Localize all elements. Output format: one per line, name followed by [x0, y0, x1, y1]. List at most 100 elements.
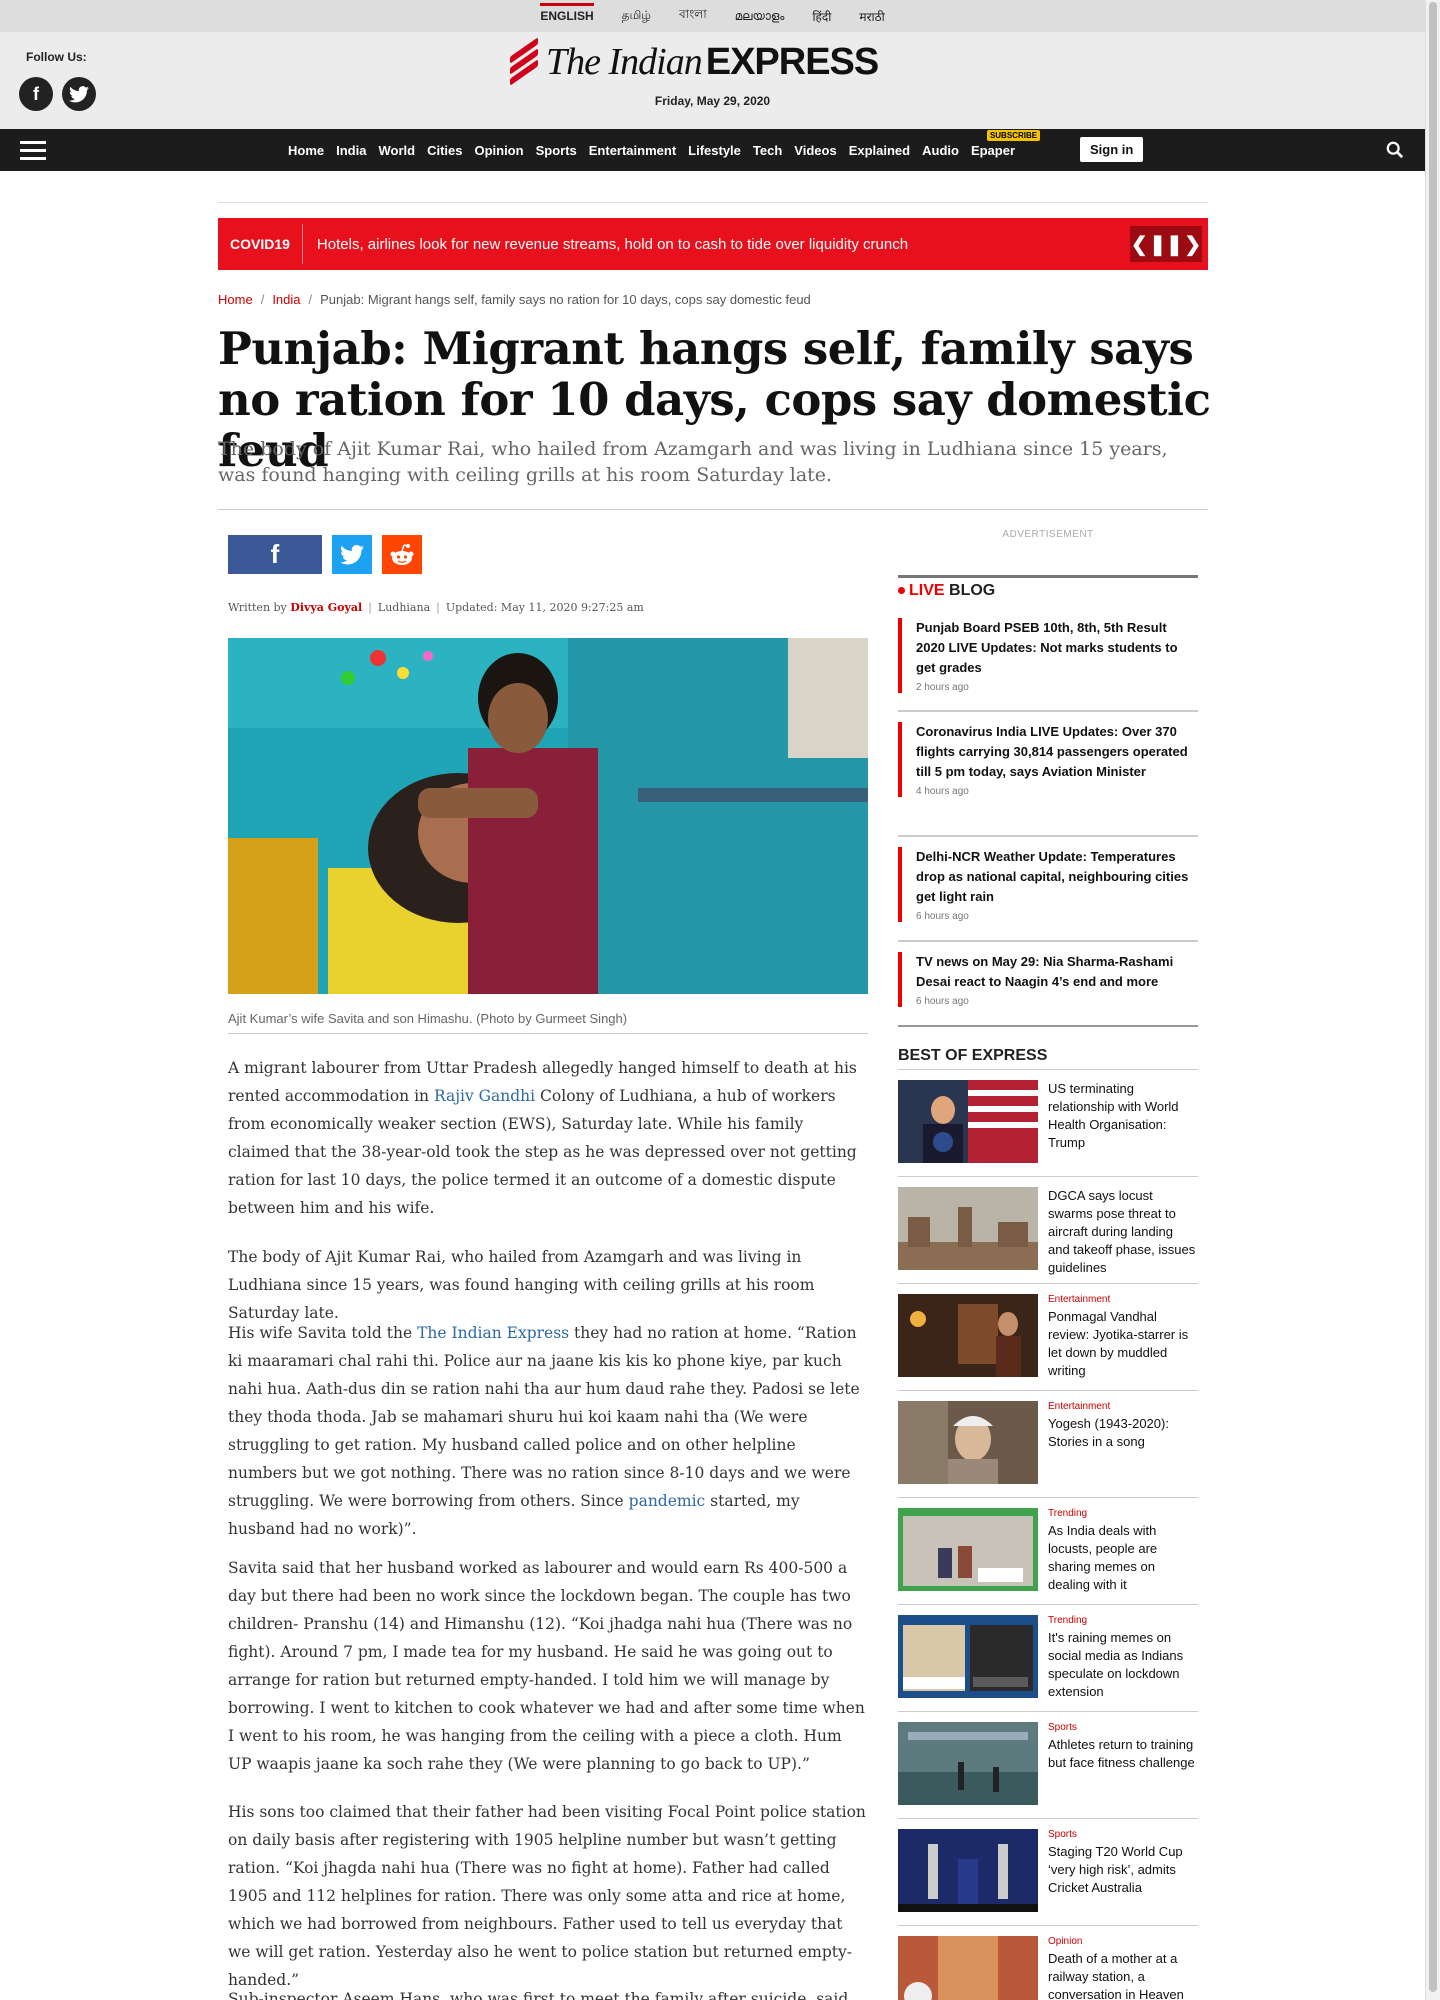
best-of-item[interactable]: Sports Staging T20 World Cup ‘very high …: [898, 1819, 1198, 1926]
nav-items: Home India World Cities Opinion Sports E…: [288, 129, 1041, 171]
best-of-thumbnail: [898, 1508, 1038, 1591]
twitter-icon: [340, 544, 364, 564]
divider: [898, 940, 1198, 942]
article-paragraph: The body of Ajit Kumar Rai, who hailed f…: [228, 1248, 815, 1322]
breadcrumb-current: Punjab: Migrant hangs self, family says …: [320, 292, 811, 307]
article-byline: Written by Divya Goyal | Ludhiana | Updated:…: [228, 601, 644, 614]
best-of-item[interactable]: Trending As India deals with locusts, pe…: [898, 1498, 1198, 1605]
best-of-item[interactable]: Opinion Death of a mother at a railway s…: [898, 1926, 1198, 2000]
nav-lifestyle[interactable]: Lifestyle: [688, 143, 741, 158]
nav-entertainment[interactable]: Entertainment: [589, 143, 676, 158]
lang-tamil[interactable]: தமிழ்: [622, 2, 651, 30]
ticker-pause-icon[interactable]: ❚❚: [1149, 232, 1183, 257]
nav-videos[interactable]: Videos: [794, 143, 836, 158]
best-of-thumbnail: [898, 1936, 1038, 2000]
search-icon[interactable]: [1386, 141, 1404, 159]
ticker-headline[interactable]: Hotels, airlines look for new revenue st…: [303, 236, 908, 253]
article-synopsis: The body of Ajit Kumar Rai, who hailed f…: [218, 438, 1168, 486]
best-of-thumbnail: [898, 1401, 1038, 1484]
logo-text-express: EXPRESS: [705, 40, 880, 83]
nav-world[interactable]: World: [378, 143, 415, 158]
rajiv-gandhi-link[interactable]: Rajiv Gandhi: [434, 1087, 535, 1105]
lang-english[interactable]: ENGLISH: [540, 3, 594, 29]
live-blog-item[interactable]: Delhi-NCR Weather Update: Temperatures d…: [898, 847, 1198, 922]
best-of-category[interactable]: Opinion: [1048, 1936, 1198, 1947]
live-blog-item[interactable]: TV news on May 29: Nia Sharma-Rashami De…: [898, 952, 1198, 1007]
article-paragraph: A migrant labourer from Uttar Pradesh al…: [228, 1059, 857, 1217]
nav-epaper[interactable]: SUBSCRIBE Epaper: [971, 129, 1041, 158]
nav-explained[interactable]: Explained: [849, 143, 910, 158]
live-blog-item[interactable]: Punjab Board PSEB 10th, 8th, 5th Result …: [898, 618, 1198, 693]
best-of-thumbnail: [898, 1187, 1038, 1270]
divider: [218, 202, 1208, 203]
article-paragraph: His sons too claimed that their father h…: [228, 1803, 866, 1989]
live-dot-icon: [898, 587, 905, 595]
ticker-prev-icon[interactable]: ❮: [1131, 232, 1148, 257]
nav-audio[interactable]: Audio: [922, 143, 959, 158]
breadcrumb-india[interactable]: India: [272, 292, 300, 307]
best-of-category[interactable]: Entertainment: [1048, 1401, 1198, 1412]
best-of-item[interactable]: Entertainment Yogesh (1943-2020): Storie…: [898, 1391, 1198, 1498]
site-logo[interactable]: The Indian EXPRESS: [510, 37, 880, 86]
current-date: Friday, May 29, 2020: [654, 94, 771, 108]
logo-text-the: The Indian: [546, 41, 703, 83]
best-of-thumbnail: [898, 1829, 1038, 1912]
twitter-share-button[interactable]: [332, 535, 372, 574]
best-of-thumbnail: [898, 1294, 1038, 1377]
breaking-ticker: COVID19 Hotels, airlines look for new re…: [218, 218, 1208, 270]
lang-bangla[interactable]: বাংলা: [679, 0, 707, 32]
best-of-category[interactable]: Trending: [1048, 1508, 1198, 1519]
article-paragraph: Sub-inspector Aseem Hans, who was first …: [228, 1990, 849, 2000]
breadcrumb-home[interactable]: Home: [218, 292, 253, 307]
live-blog-heading[interactable]: LIVE BLOG: [898, 582, 995, 600]
scrollbar-thumb[interactable]: [1429, 2, 1437, 1992]
author-link[interactable]: Divya Goyal: [290, 601, 362, 614]
reddit-share-button[interactable]: [382, 535, 422, 574]
facebook-share-button[interactable]: f: [228, 535, 322, 574]
lang-malayalam[interactable]: മലയാളം: [735, 3, 785, 30]
subscribe-badge[interactable]: SUBSCRIBE: [986, 129, 1041, 141]
pandemic-link[interactable]: pandemic: [629, 1492, 706, 1510]
best-of-category[interactable]: Entertainment: [1048, 1294, 1198, 1305]
logo-flame-icon: [510, 37, 540, 86]
best-of-item[interactable]: Trending It's raining memes on social me…: [898, 1605, 1198, 1712]
advertisement-label: ADVERTISEMENT: [1002, 529, 1094, 540]
page-scrollbar[interactable]: [1425, 0, 1440, 2000]
lang-hindi[interactable]: हिंदी: [812, 2, 831, 31]
byline-location: Ludhiana: [377, 601, 431, 614]
nav-cities[interactable]: Cities: [427, 143, 462, 158]
divider: [228, 1033, 868, 1034]
best-of-item[interactable]: Entertainment Ponmagal Vandhal review: J…: [898, 1284, 1198, 1391]
best-of-item[interactable]: US terminating relationship with World H…: [898, 1070, 1198, 1177]
lang-marathi[interactable]: मराठी: [859, 2, 884, 31]
best-of-item[interactable]: DGCA says locust swarms pose threat to a…: [898, 1177, 1198, 1284]
masthead: Follow Us: f The Indian EXPRESS Friday, …: [0, 32, 1425, 129]
article-photo: [228, 638, 868, 994]
facebook-icon: f: [270, 539, 280, 569]
best-of-category[interactable]: Trending: [1048, 1615, 1198, 1626]
nav-home[interactable]: Home: [288, 143, 324, 158]
nav-opinion[interactable]: Opinion: [474, 143, 523, 158]
nav-tech[interactable]: Tech: [753, 143, 782, 158]
ticker-tag[interactable]: COVID19: [218, 224, 303, 264]
hamburger-menu-icon[interactable]: [20, 141, 46, 161]
divider: [898, 710, 1198, 712]
photo-caption: Ajit Kumar’s wife Savita and son Himashu…: [228, 1011, 628, 1026]
follow-us-label: Follow Us:: [26, 50, 87, 64]
nav-sports[interactable]: Sports: [536, 143, 577, 158]
best-of-item[interactable]: Sports Athletes return to training but f…: [898, 1712, 1198, 1819]
live-blog-item[interactable]: Coronavirus India LIVE Updates: Over 370…: [898, 722, 1198, 797]
breadcrumb: Home / India / Punjab: Migrant hangs self, f…: [218, 292, 811, 307]
best-of-express-heading: BEST OF EXPRESS: [898, 1047, 1048, 1064]
best-of-thumbnail: [898, 1722, 1038, 1805]
ticker-next-icon[interactable]: ❯: [1184, 232, 1201, 257]
divider: [218, 509, 1208, 510]
nav-india[interactable]: India: [336, 143, 366, 158]
byline-prefix: Written by: [228, 601, 287, 614]
language-bar: ENGLISH தமிழ் বাংলা മലയാളം हिंदी मराठी: [0, 0, 1425, 32]
sign-in-button[interactable]: Sign in: [1080, 137, 1144, 162]
best-of-category[interactable]: Sports: [1048, 1722, 1198, 1733]
divider: [898, 835, 1198, 837]
best-of-category[interactable]: Sports: [1048, 1829, 1198, 1840]
indian-express-link[interactable]: The Indian Express: [417, 1324, 569, 1342]
